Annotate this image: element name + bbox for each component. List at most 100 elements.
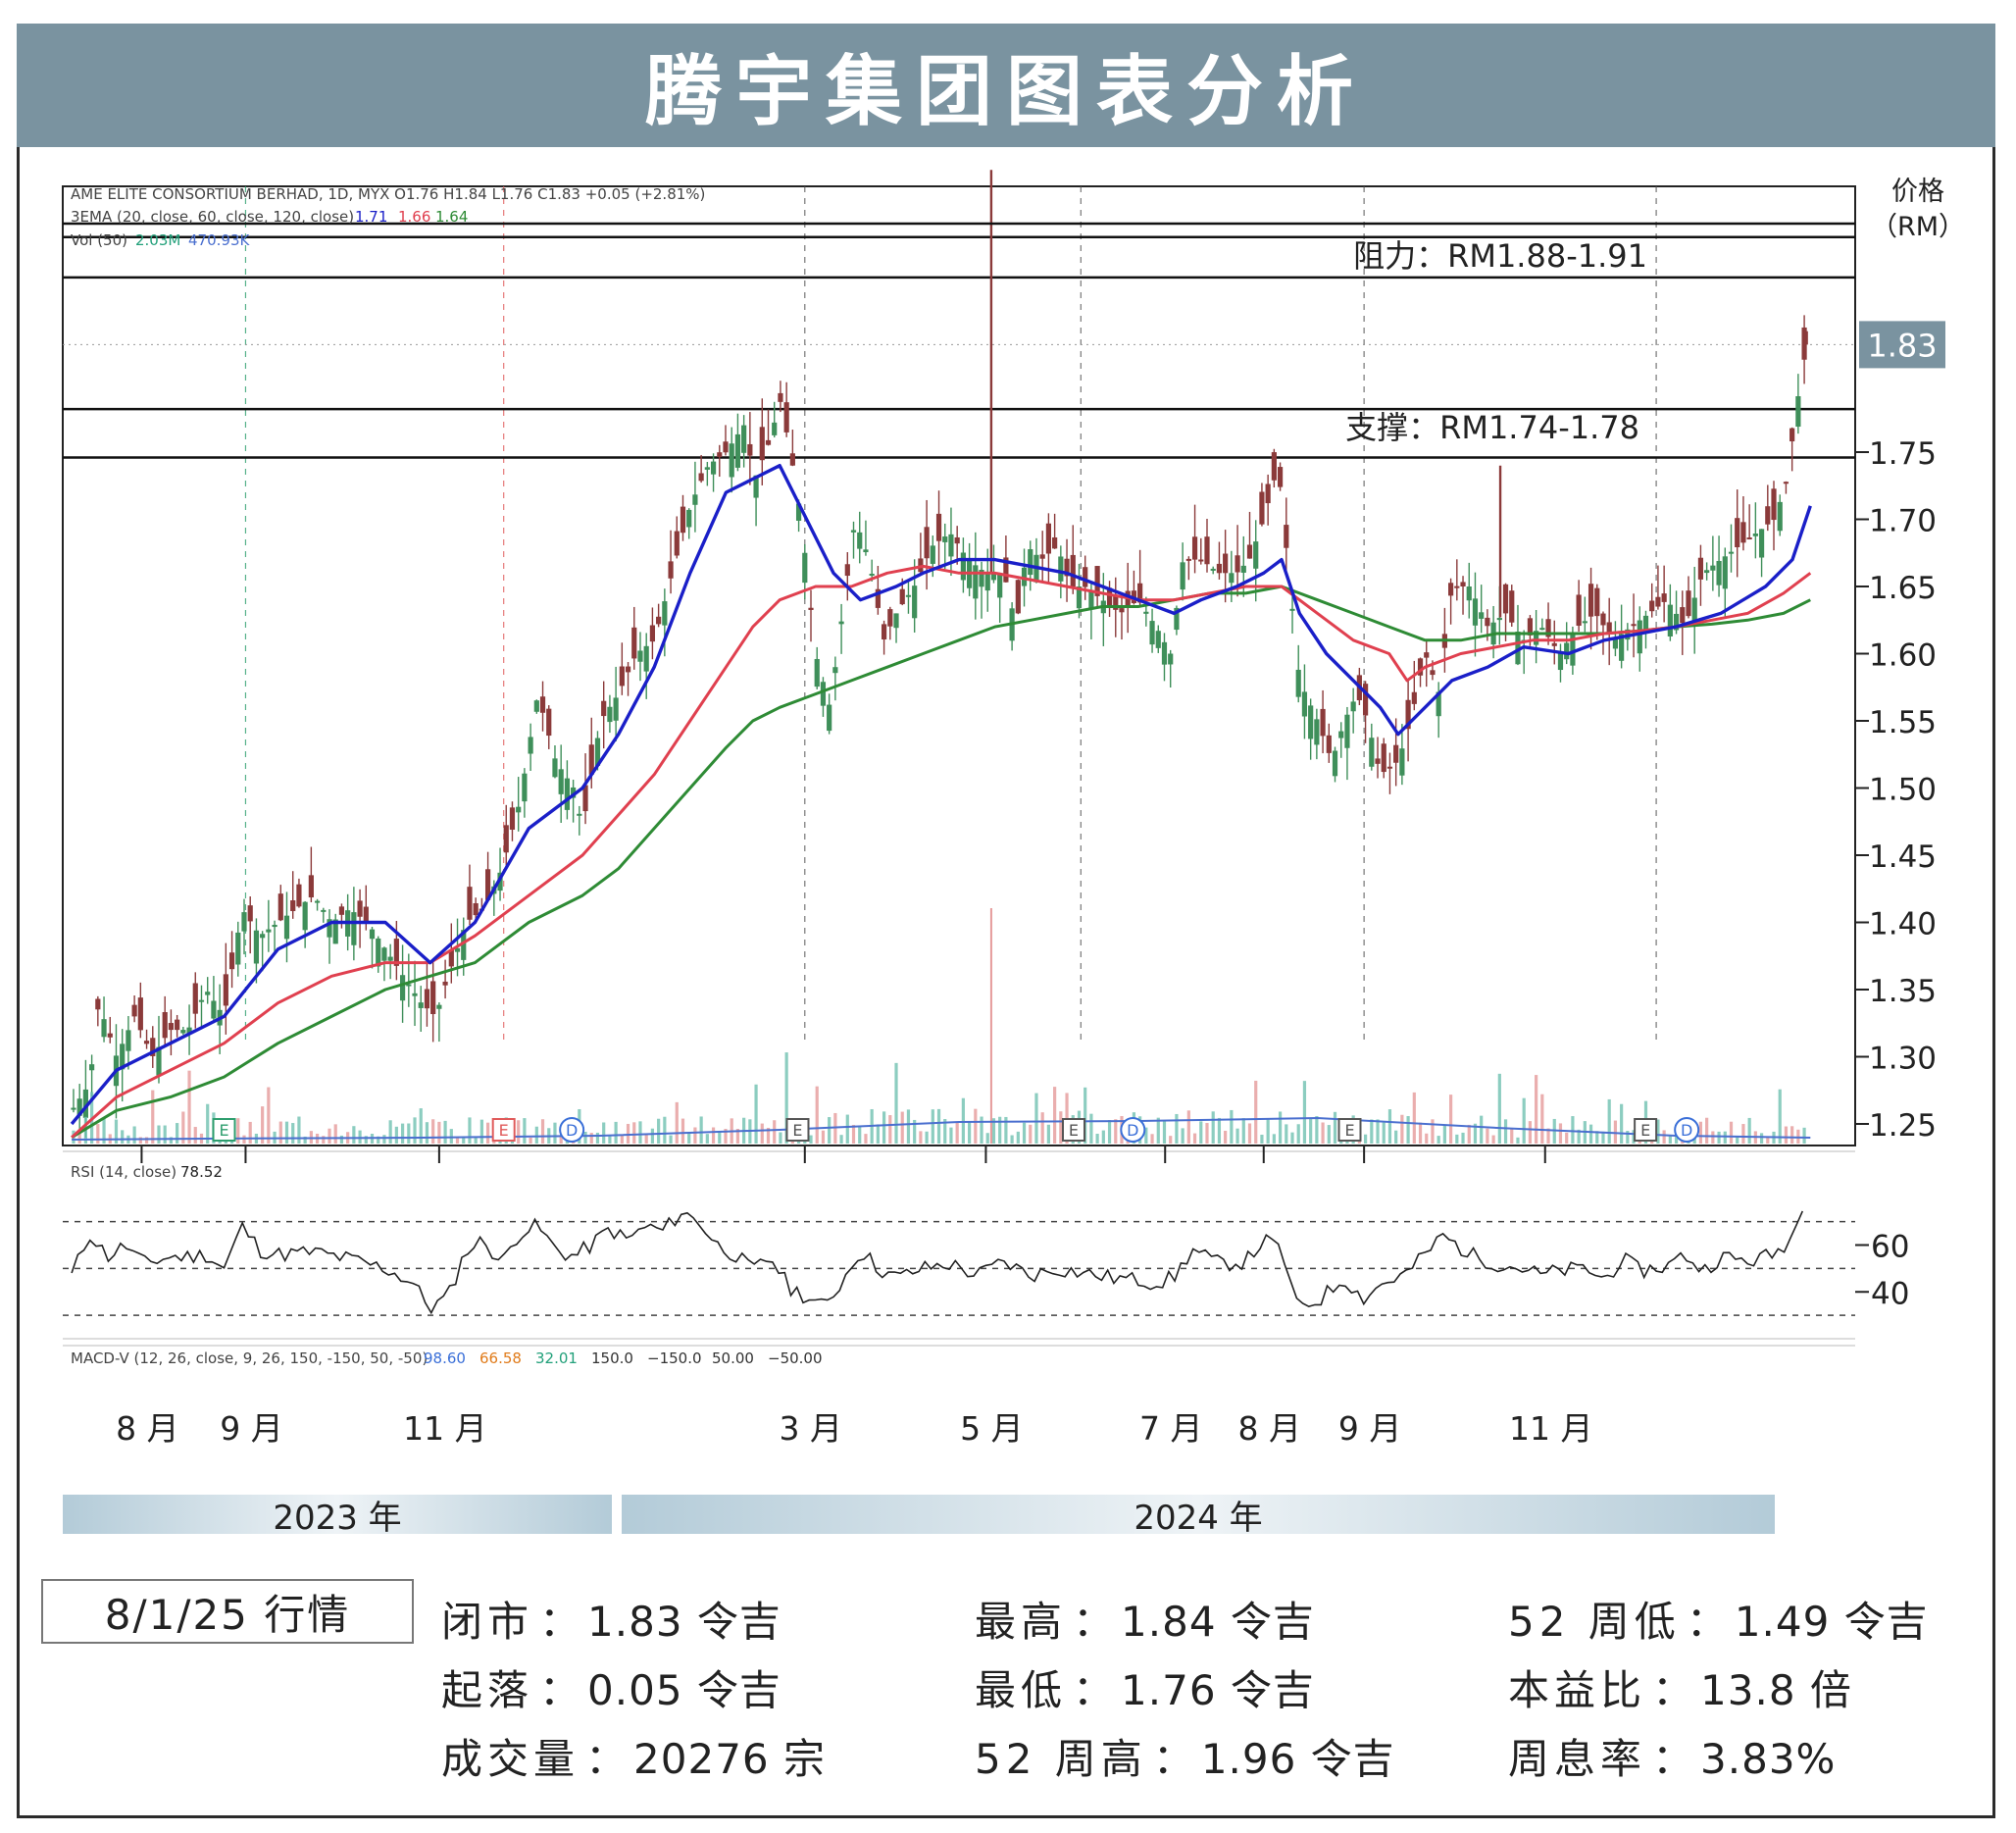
candle-body	[223, 974, 228, 1006]
candle-body	[1216, 563, 1223, 574]
volume-bar	[1260, 1134, 1264, 1144]
volume-bar	[626, 1123, 630, 1144]
volume-bar	[1418, 1122, 1423, 1144]
volume-bar	[1394, 1130, 1398, 1144]
candle-body	[1667, 604, 1673, 636]
candle-body	[1655, 596, 1661, 607]
candle-body	[942, 536, 948, 542]
volume-bar	[1455, 1134, 1459, 1144]
candle-body	[668, 561, 674, 579]
event-marker-letter: E	[499, 1121, 509, 1140]
stat-change: 起落： 0.05 令吉	[441, 1666, 781, 1714]
year-bar-2023: 2023 年	[63, 1495, 612, 1538]
candle-body	[376, 938, 381, 967]
candle-body	[1161, 641, 1168, 665]
candle-body	[175, 1019, 180, 1031]
candle-body	[1045, 523, 1051, 554]
candle-body	[1240, 565, 1246, 573]
candle-body	[935, 513, 942, 541]
candle-body	[1539, 628, 1545, 631]
volume-bar	[614, 1121, 618, 1144]
volume-bar	[773, 1120, 777, 1144]
volume-bar	[1480, 1115, 1484, 1144]
candle-body	[601, 700, 607, 717]
volume-bar	[425, 1122, 429, 1144]
candle-body	[436, 1004, 442, 1009]
stat-value: 1.49 令吉	[1734, 1598, 1929, 1646]
candle-body	[619, 666, 625, 687]
candle-body	[1015, 580, 1021, 614]
candle-body	[857, 532, 863, 549]
candle-body	[1777, 501, 1783, 532]
volume-bar	[151, 1090, 155, 1144]
volume-bar	[1278, 1111, 1283, 1144]
volume-bar	[1400, 1114, 1404, 1144]
candle-body	[1229, 573, 1235, 584]
volume-bar	[1510, 1128, 1514, 1144]
candle-body	[241, 912, 247, 932]
stat-value: 20276 宗	[633, 1735, 826, 1783]
candle-body	[89, 1064, 95, 1071]
candle-body	[418, 1002, 424, 1008]
candle-body	[1600, 613, 1606, 626]
volume-bar	[845, 1114, 849, 1144]
candle-body	[351, 912, 357, 945]
current-price-text: 1.83	[1867, 327, 1937, 364]
volume-bar	[1607, 1098, 1611, 1144]
candle-body	[1631, 624, 1637, 627]
candle-body	[1460, 582, 1466, 586]
volume-bar	[1046, 1124, 1050, 1144]
volume-bar	[1302, 1081, 1307, 1144]
volume-bar	[961, 1097, 965, 1144]
candle-body	[954, 536, 960, 544]
macd-value: 150.0	[591, 1349, 633, 1367]
x-tick-label: 11 月	[403, 1409, 486, 1448]
volume-bar	[1790, 1126, 1794, 1144]
macd-value: −150.0	[647, 1349, 702, 1367]
volume-bar	[540, 1119, 545, 1144]
volume-bar	[1217, 1117, 1222, 1144]
volume-bar	[1181, 1128, 1184, 1144]
volume-bar	[529, 1137, 532, 1144]
candle-body	[363, 906, 369, 922]
event-marker-letter: D	[1681, 1121, 1692, 1140]
volume-bar	[138, 1137, 142, 1144]
session-date-box: 8/1/25 行情	[41, 1579, 414, 1644]
candle-body	[1259, 491, 1265, 525]
stat-high: 最高： 1.84 令吉	[975, 1598, 1315, 1646]
volume-bar	[1029, 1124, 1033, 1144]
volume-bar	[1285, 1124, 1288, 1144]
year-bar-2024: 2024 年	[622, 1495, 1775, 1538]
volume-bar	[1114, 1119, 1118, 1144]
volume-bar	[968, 1121, 972, 1144]
volume-bar	[985, 1133, 989, 1144]
volume-bar	[553, 1122, 557, 1144]
candle-body	[558, 769, 564, 794]
candle-body	[1637, 620, 1642, 654]
candle-body	[1496, 618, 1502, 621]
candle-body	[272, 924, 277, 928]
candle-body	[399, 975, 406, 1001]
candle-body	[1771, 488, 1777, 521]
candle-body	[844, 564, 850, 577]
volume-bar	[900, 1111, 904, 1144]
stat-label: 最低	[975, 1666, 1068, 1714]
stat-value: 1.83 令吉	[587, 1598, 781, 1646]
event-marker-letter: E	[1344, 1121, 1354, 1140]
candle-body	[539, 696, 546, 713]
candle-body	[1143, 611, 1149, 614]
year-label-2023: 2023 年	[273, 1498, 402, 1538]
candle-body	[577, 813, 582, 816]
candle-body	[832, 667, 838, 674]
volume-bar	[1711, 1131, 1715, 1144]
volume-bar	[1729, 1121, 1734, 1144]
volume-bar	[1205, 1123, 1209, 1144]
candle-body	[357, 900, 363, 917]
candle-body	[1649, 600, 1655, 612]
candle-body	[960, 552, 966, 581]
candle-body	[509, 807, 516, 830]
candle-body	[1265, 484, 1271, 504]
candle-body	[302, 901, 308, 931]
candle-body	[1752, 534, 1758, 536]
y-tick-label: 1.50	[1869, 773, 1937, 808]
